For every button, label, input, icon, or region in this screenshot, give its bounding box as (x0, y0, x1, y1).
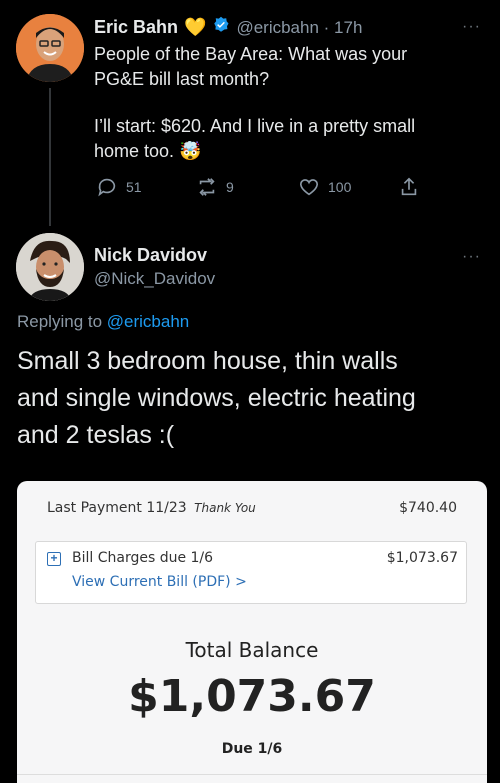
reply-text-line: Small 3 bedroom house, thin walls (17, 347, 398, 375)
replying-to-prefix: Replying to (17, 312, 107, 331)
replying-to-link[interactable]: @ericbahn (107, 312, 189, 331)
reply-text-line: and 2 teslas :( (17, 421, 175, 449)
reply-button[interactable]: 51 (96, 176, 142, 198)
thread-connector-line (49, 88, 51, 226)
exploding-head-emoji: 🤯 (179, 141, 202, 161)
tweet-text-line: home too. (94, 141, 175, 161)
reply-count: 51 (126, 179, 142, 195)
author-name[interactable]: Eric Bahn (94, 17, 178, 38)
bill-screenshot-card[interactable]: Last Payment 11/23 Thank You $740.40 + B… (17, 481, 487, 783)
more-options-icon[interactable]: ··· (462, 18, 481, 36)
share-button[interactable] (398, 176, 420, 198)
bill-charges-label: Bill Charges due 1/6 (72, 550, 214, 566)
yellow-heart-icon: 💛 (184, 17, 207, 37)
bill-charges-amount: $1,073.67 (386, 550, 458, 566)
card-divider (17, 774, 487, 775)
total-balance-label: Total Balance (185, 638, 319, 662)
retweet-icon (199, 178, 215, 196)
verified-badge-icon (212, 16, 230, 39)
heart-icon (299, 179, 319, 196)
reply-author-name[interactable]: Nick Davidov (94, 245, 207, 266)
reply-author-handle[interactable]: @Nick_Davidov (94, 269, 215, 289)
share-icon (401, 177, 417, 196)
reply-icon (98, 178, 116, 197)
expand-plus-icon[interactable]: + (47, 552, 61, 566)
last-payment-amount: $740.40 (399, 500, 457, 516)
last-payment-label: Last Payment 11/23 (47, 500, 187, 516)
tweet-header: Eric Bahn 💛 @ericbahn · 17h (94, 16, 362, 39)
reply-more-options-icon[interactable]: ··· (462, 248, 481, 266)
tweet-text-line: PG&E bill last month? (94, 69, 270, 89)
last-payment-row: Last Payment 11/23 Thank You (47, 500, 256, 516)
reply-text: Small 3 bedroom house, thin walls and si… (17, 343, 487, 454)
like-button[interactable]: 100 (298, 176, 351, 198)
total-balance-amount: $1,073.67 (128, 671, 376, 722)
like-count: 100 (328, 179, 352, 195)
due-date-label: Due 1/6 (221, 741, 283, 757)
replying-to-line: Replying to @ericbahn (17, 312, 189, 332)
tweet-text-line: I’ll start: $620. And I live in a pretty… (94, 116, 416, 136)
author-handle-time: @ericbahn · 17h (236, 17, 363, 37)
avatar-eric-bahn[interactable] (16, 14, 84, 82)
avatar-nick-davidov[interactable] (16, 233, 84, 301)
tweet-text-line: People of the Bay Area: What was your (94, 44, 408, 64)
thank-you-label: Thank You (194, 501, 256, 515)
retweet-button[interactable]: 9 (196, 176, 234, 198)
reply-text-line: and single windows, electric heating (17, 384, 416, 412)
bill-charges-box[interactable]: + Bill Charges due 1/6 $1,073.67 View Cu… (35, 541, 467, 604)
view-current-bill-link[interactable]: View Current Bill (PDF) > (72, 574, 247, 590)
retweet-count: 9 (226, 179, 234, 195)
tweet-text: People of the Bay Area: What was your PG… (94, 42, 484, 164)
